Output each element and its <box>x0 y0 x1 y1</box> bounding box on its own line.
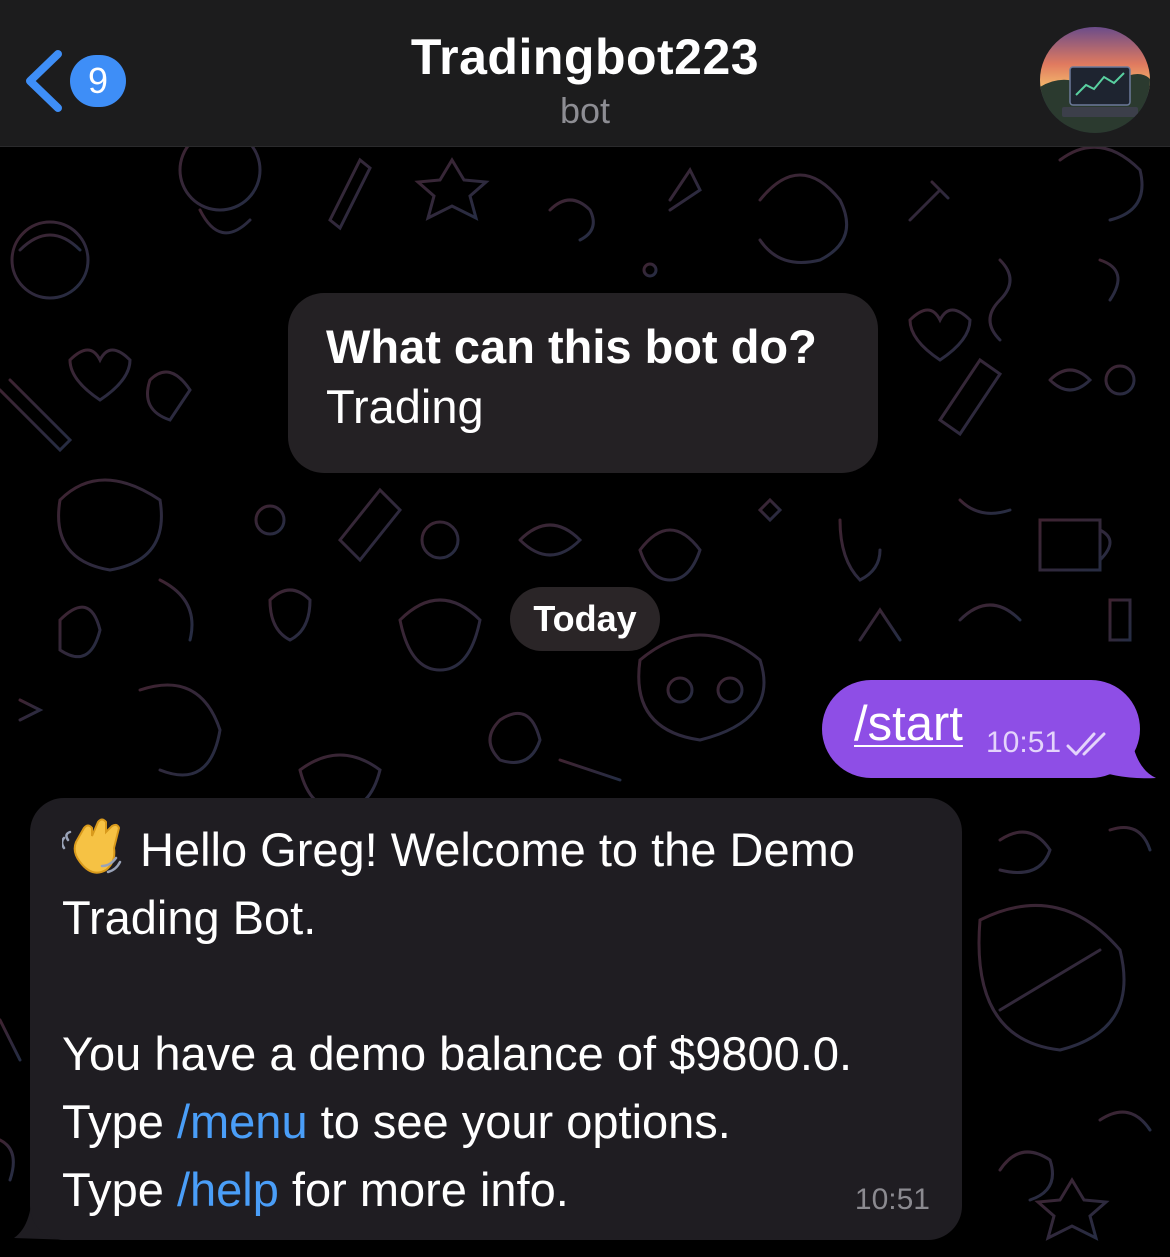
menu-command-link[interactable]: /menu <box>177 1095 308 1148</box>
waving-hand-emoji-icon <box>62 818 122 874</box>
menu-hint-line: Type /menu to see your options. <box>62 1088 930 1156</box>
help-hint-suffix: for more info. <box>278 1163 569 1216</box>
outgoing-message-text[interactable]: /start <box>854 696 963 752</box>
bot-info-card: What can this bot do? Trading <box>288 293 878 473</box>
menu-hint-prefix: Type <box>62 1095 177 1148</box>
incoming-message[interactable]: Hello Greg! Welcome to the Demo Trading … <box>30 798 962 1240</box>
chat-title[interactable]: Tradingbot223 <box>0 28 1170 86</box>
bot-info-description: Trading <box>326 380 484 433</box>
menu-hint-suffix: to see your options. <box>307 1095 731 1148</box>
incoming-message-time: 10:51 <box>854 1183 930 1216</box>
bot-avatar[interactable] <box>1040 27 1150 133</box>
date-separator: Today <box>510 587 660 651</box>
outgoing-message[interactable]: /start 10:51 <box>822 680 1140 778</box>
chat-header: 9 Tradingbot223 bot <box>0 0 1170 147</box>
help-hint-prefix: Type <box>62 1163 177 1216</box>
help-command-link[interactable]: /help <box>177 1163 279 1216</box>
welcome-line: Hello Greg! Welcome to the Demo Trading … <box>62 816 930 952</box>
double-check-icon <box>1066 732 1106 756</box>
outgoing-message-time: 10:51 <box>986 726 1062 759</box>
welcome-text: Hello Greg! Welcome to the Demo Trading … <box>62 823 855 944</box>
help-hint-line: Type /help for more info. <box>62 1156 930 1224</box>
bot-info-title: What can this bot do? <box>326 320 817 373</box>
chat-subtitle: bot <box>559 90 611 131</box>
balance-line: You have a demo balance of $9800.0. <box>62 1027 853 1080</box>
